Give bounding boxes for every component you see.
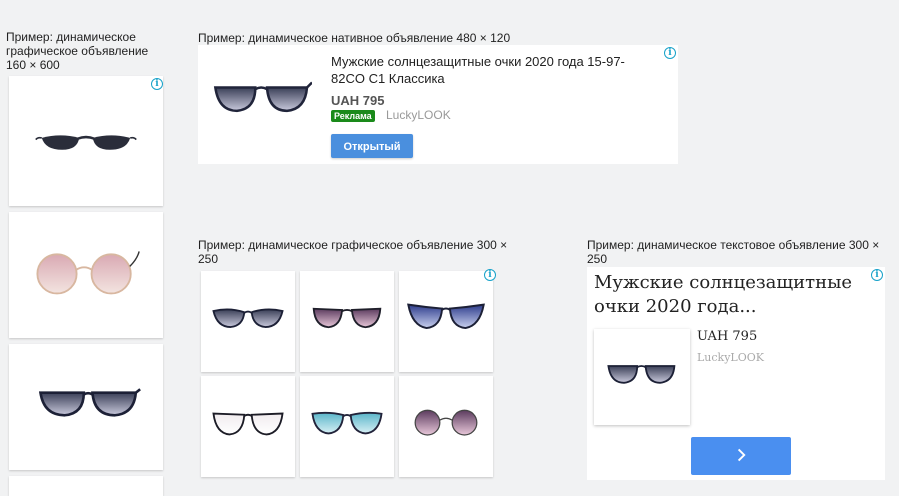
sunglasses-image bbox=[35, 135, 137, 150]
vertical-ad-tile-1[interactable]: i bbox=[9, 76, 163, 206]
sunglasses-image bbox=[311, 411, 383, 435]
text-ad-brand: LuckyLOOK bbox=[697, 351, 764, 364]
native-ad-brand: LuckyLOOK bbox=[386, 108, 451, 122]
next-button[interactable] bbox=[691, 437, 791, 475]
vertical-ad-tile-4[interactable] bbox=[9, 476, 163, 496]
product-tile-2[interactable] bbox=[300, 271, 394, 372]
caption-medium-ad: Пример: динамическое графическое объявле… bbox=[198, 238, 508, 266]
open-button[interactable]: Открытый bbox=[331, 134, 413, 158]
ad-info-icon[interactable]: i bbox=[484, 269, 496, 281]
ad-info-icon[interactable]: i bbox=[151, 78, 163, 90]
chevron-right-icon bbox=[737, 448, 746, 461]
medium-graphic-ad: i bbox=[198, 268, 498, 480]
ad-info-icon[interactable]: i bbox=[871, 269, 883, 281]
caption-text-ad: Пример: динамическое текстовое объявлени… bbox=[587, 238, 880, 266]
native-ad-title[interactable]: Мужские солнцезащитные очки 2020 года 15… bbox=[331, 53, 631, 87]
product-tile-1[interactable] bbox=[201, 271, 295, 372]
sunglasses-image bbox=[407, 303, 485, 330]
sunglasses-image bbox=[36, 251, 140, 295]
sunglasses-image bbox=[212, 412, 284, 436]
native-ad-price: UAH 795 bbox=[331, 93, 385, 108]
ad-info-icon[interactable]: i bbox=[664, 47, 676, 59]
vertical-ad-tile-2[interactable] bbox=[9, 212, 163, 338]
product-tile-5[interactable] bbox=[300, 376, 394, 477]
sunglasses-image bbox=[607, 365, 676, 384]
native-ad[interactable]: Мужские солнцезащитные очки 2020 года 15… bbox=[198, 45, 678, 164]
sunglasses-image bbox=[312, 307, 382, 329]
sunglasses-image bbox=[38, 388, 141, 417]
product-tile-6[interactable] bbox=[399, 376, 493, 477]
vertical-ad-tile-3[interactable] bbox=[9, 344, 163, 470]
ad-badge: Реклама bbox=[331, 110, 375, 122]
product-tile-4[interactable] bbox=[201, 376, 295, 477]
text-ad-title[interactable]: Мужские солнцезащитные очки 2020 года... bbox=[594, 271, 879, 319]
text-ad-price: UAH 795 bbox=[697, 329, 758, 344]
caption-vertical-ad: Пример: динамическое графическое объявле… bbox=[6, 30, 149, 72]
sunglasses-image bbox=[212, 308, 284, 328]
text-ad[interactable]: Мужские солнцезащитные очки 2020 года...… bbox=[587, 267, 885, 480]
caption-native-ad: Пример: динамическое нативное объявление… bbox=[198, 31, 511, 45]
text-ad-product-image[interactable] bbox=[594, 329, 690, 425]
sunglasses-image bbox=[213, 81, 312, 113]
product-tile-3[interactable] bbox=[399, 271, 493, 372]
sunglasses-image bbox=[414, 409, 478, 436]
